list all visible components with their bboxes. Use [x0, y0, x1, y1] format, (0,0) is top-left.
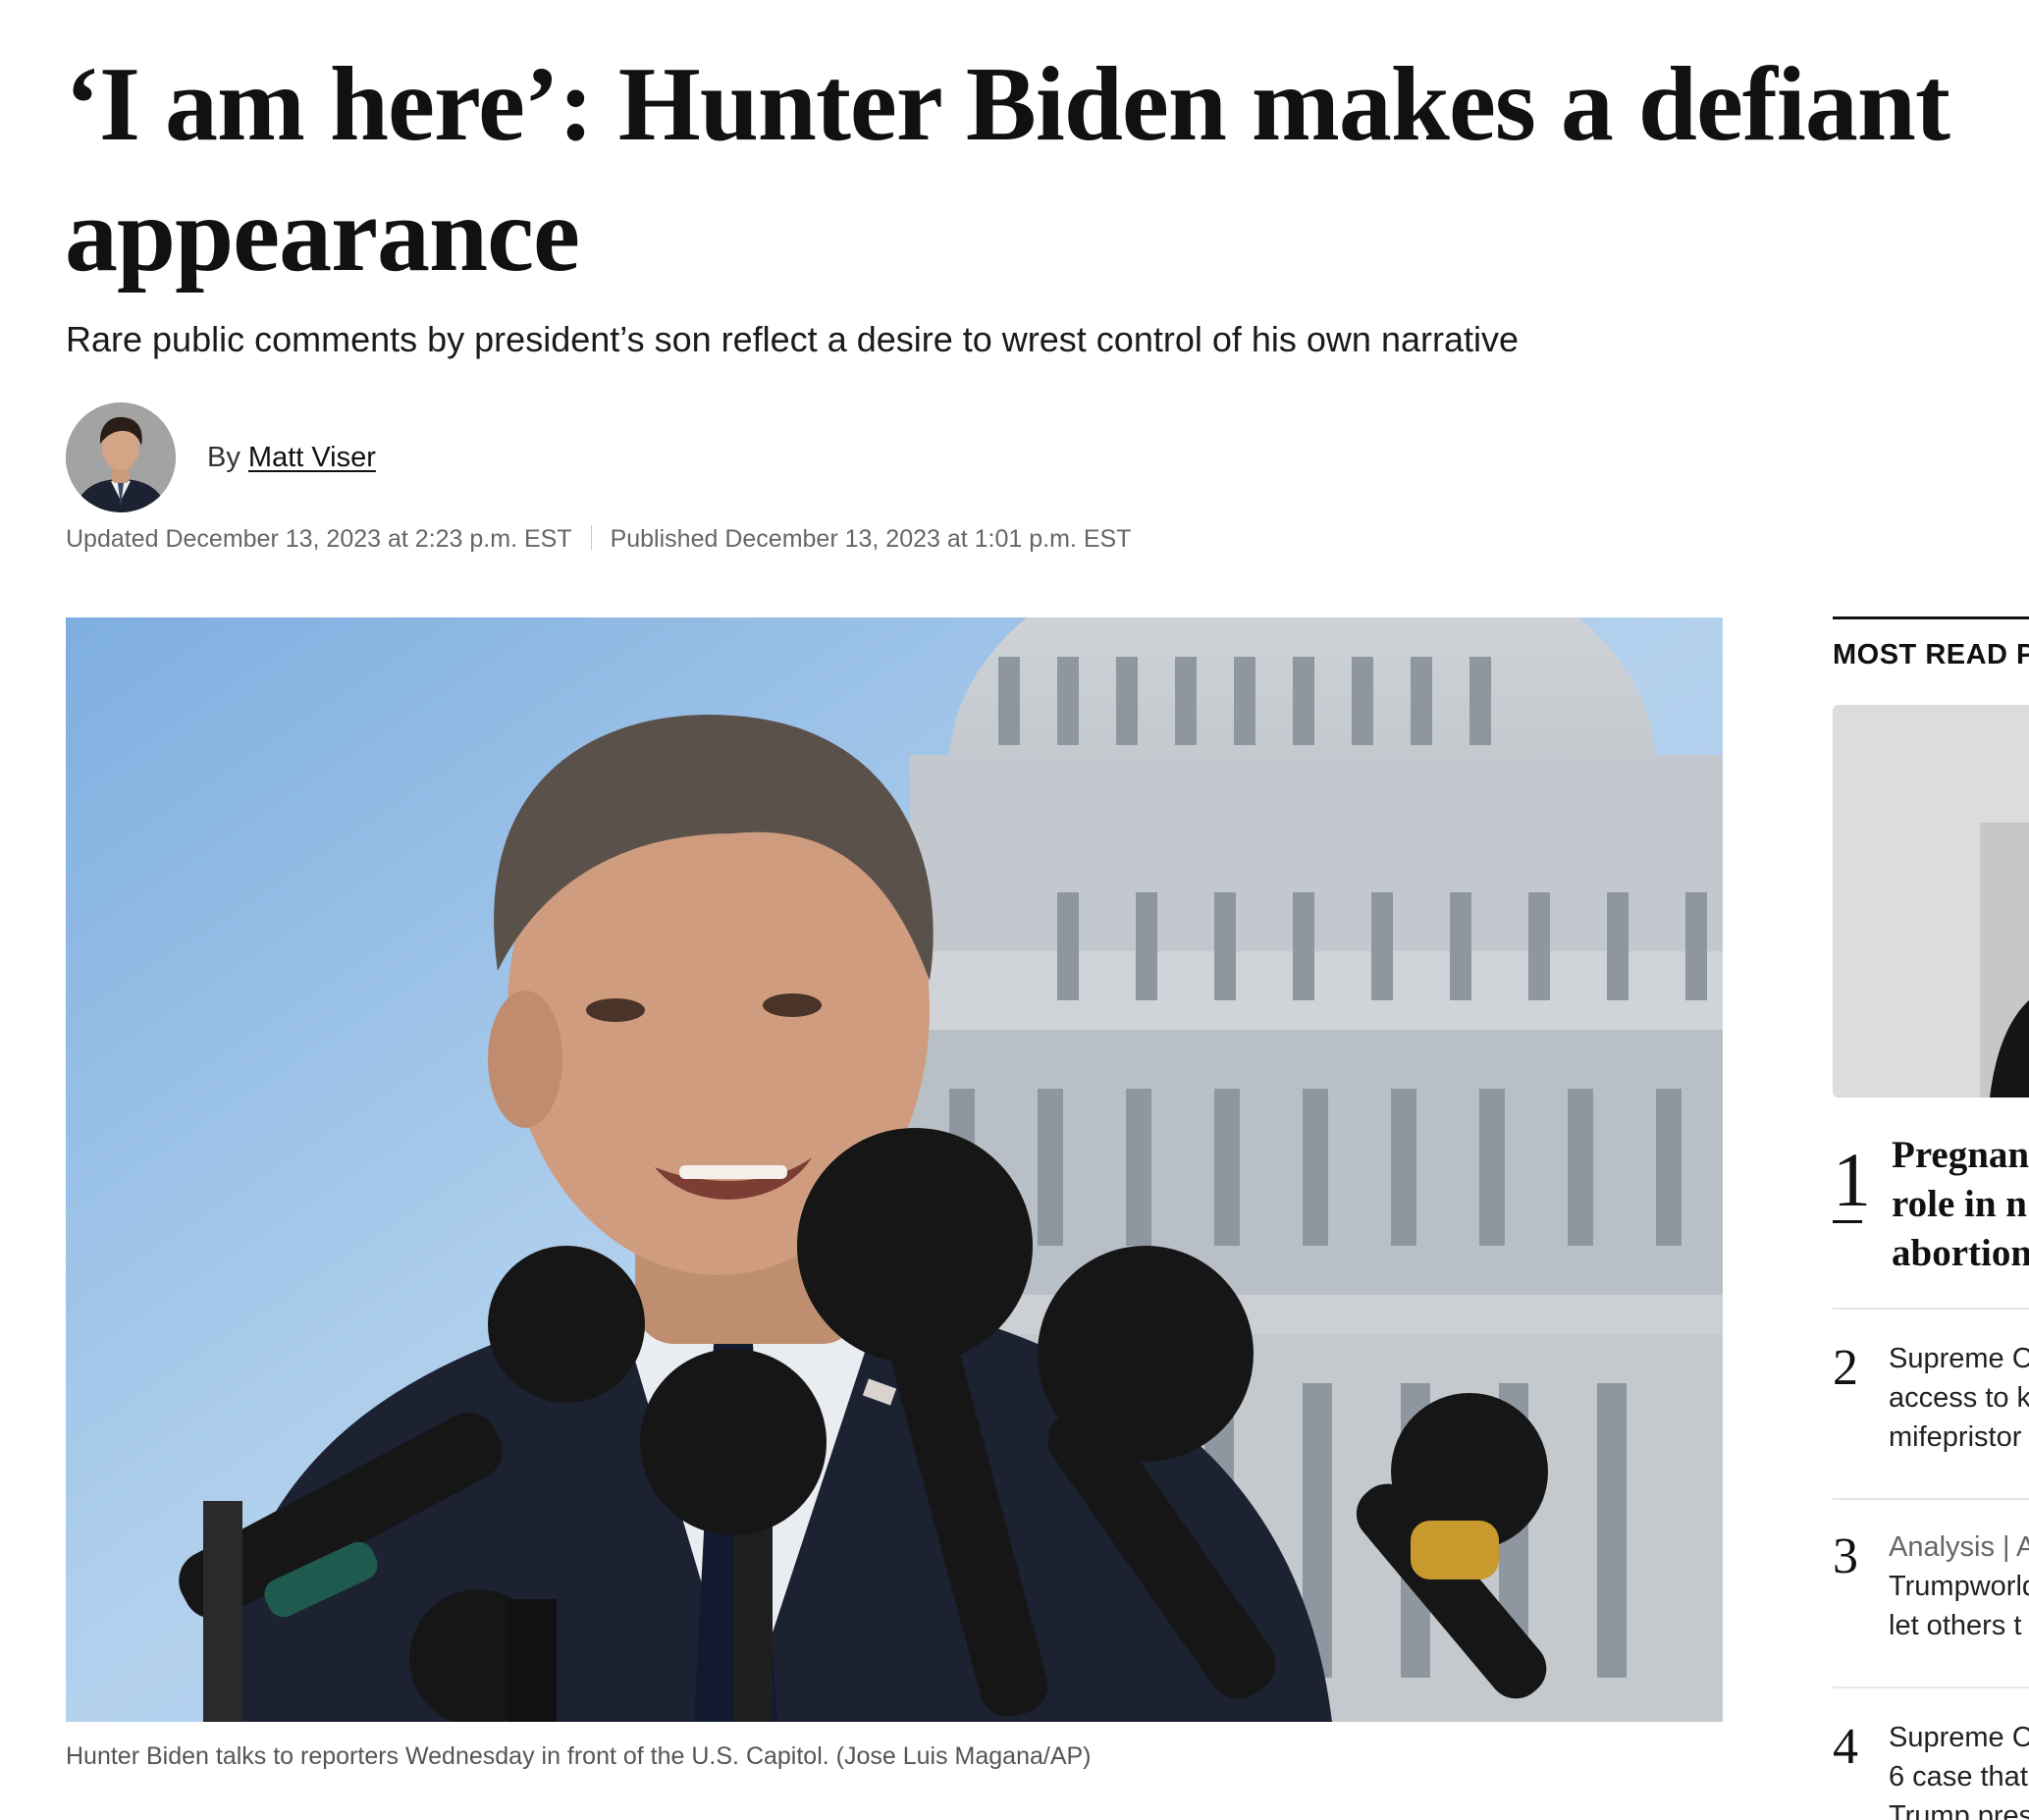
rank-1-underline [1833, 1220, 1862, 1223]
most-read-item-1-link[interactable]: Pregnan role in n abortion [1892, 1131, 2029, 1278]
byline: By Matt Viser [207, 438, 376, 477]
item-1-line-2: role in n [1892, 1183, 2027, 1225]
item-2-line-1: Supreme C [1889, 1343, 2029, 1374]
headline-line-2: appearance [65, 177, 580, 294]
item-divider [1833, 1308, 2029, 1310]
timestamps: Updated December 13, 2023 at 2:23 p.m. E… [66, 522, 1131, 556]
headline-line-1: ‘I am here’: Hunter Biden makes a defian… [65, 46, 1950, 163]
item-2-line-2: access to k [1889, 1382, 2029, 1414]
most-read-thumbnail-image [1833, 705, 2029, 1097]
item-divider [1833, 1498, 2029, 1500]
most-read-heading: MOST READ P [1833, 639, 2029, 670]
updated-timestamp: Updated December 13, 2023 at 2:23 p.m. E… [66, 525, 572, 553]
rail-top-rule [1833, 616, 2029, 619]
lead-photo-image [66, 617, 1723, 1722]
most-read-item-3-link[interactable]: Analysis | A Trumpworld let others t [1889, 1527, 2029, 1645]
most-read-rank-3: 3 [1833, 1528, 1858, 1584]
article-dek: Rare public comments by president’s son … [66, 319, 1520, 359]
published-timestamp: Published December 13, 2023 at 1:01 p.m.… [610, 525, 1132, 553]
item-divider [1833, 1686, 2029, 1688]
item-4-line-1: Supreme C [1889, 1722, 2029, 1753]
most-read-rank-1: 1 [1833, 1137, 1871, 1222]
item-3-line-1: Trumpworld [1889, 1571, 2029, 1602]
item-1-line-3: abortion [1892, 1232, 2029, 1274]
author-link[interactable]: Matt Viser [248, 442, 376, 473]
most-read-item-4-link[interactable]: Supreme C 6 case that Trump pres [1889, 1718, 2029, 1820]
author-portrait-image [66, 402, 176, 512]
timestamp-divider [590, 525, 592, 551]
byline-prefix: By [207, 442, 240, 473]
article-headline: ‘I am here’: Hunter Biden makes a defian… [65, 39, 2008, 300]
item-3-kicker-rest: | A [2002, 1531, 2029, 1563]
lead-photo[interactable] [66, 617, 1723, 1722]
item-2-line-3: mifepristor [1889, 1421, 2022, 1453]
item-3-kicker: Analysis [1889, 1531, 1995, 1563]
most-read-rank-4: 4 [1833, 1719, 1858, 1775]
item-4-line-2: 6 case that [1889, 1761, 2028, 1793]
most-read-rank-2: 2 [1833, 1340, 1858, 1396]
author-avatar[interactable] [66, 402, 176, 512]
most-read-thumbnail[interactable] [1833, 705, 2029, 1097]
item-1-line-1: Pregnan [1892, 1134, 2029, 1176]
item-4-line-3: Trump pres [1889, 1800, 2029, 1820]
most-read-item-2-link[interactable]: Supreme C access to k mifepristor [1889, 1339, 2029, 1457]
most-read-rail: MOST READ P 1 Pregnan role in n abortion… [1833, 616, 2029, 1820]
photo-caption: Hunter Biden talks to reporters Wednesda… [66, 1742, 1092, 1770]
item-3-line-2: let others t [1889, 1610, 2022, 1641]
